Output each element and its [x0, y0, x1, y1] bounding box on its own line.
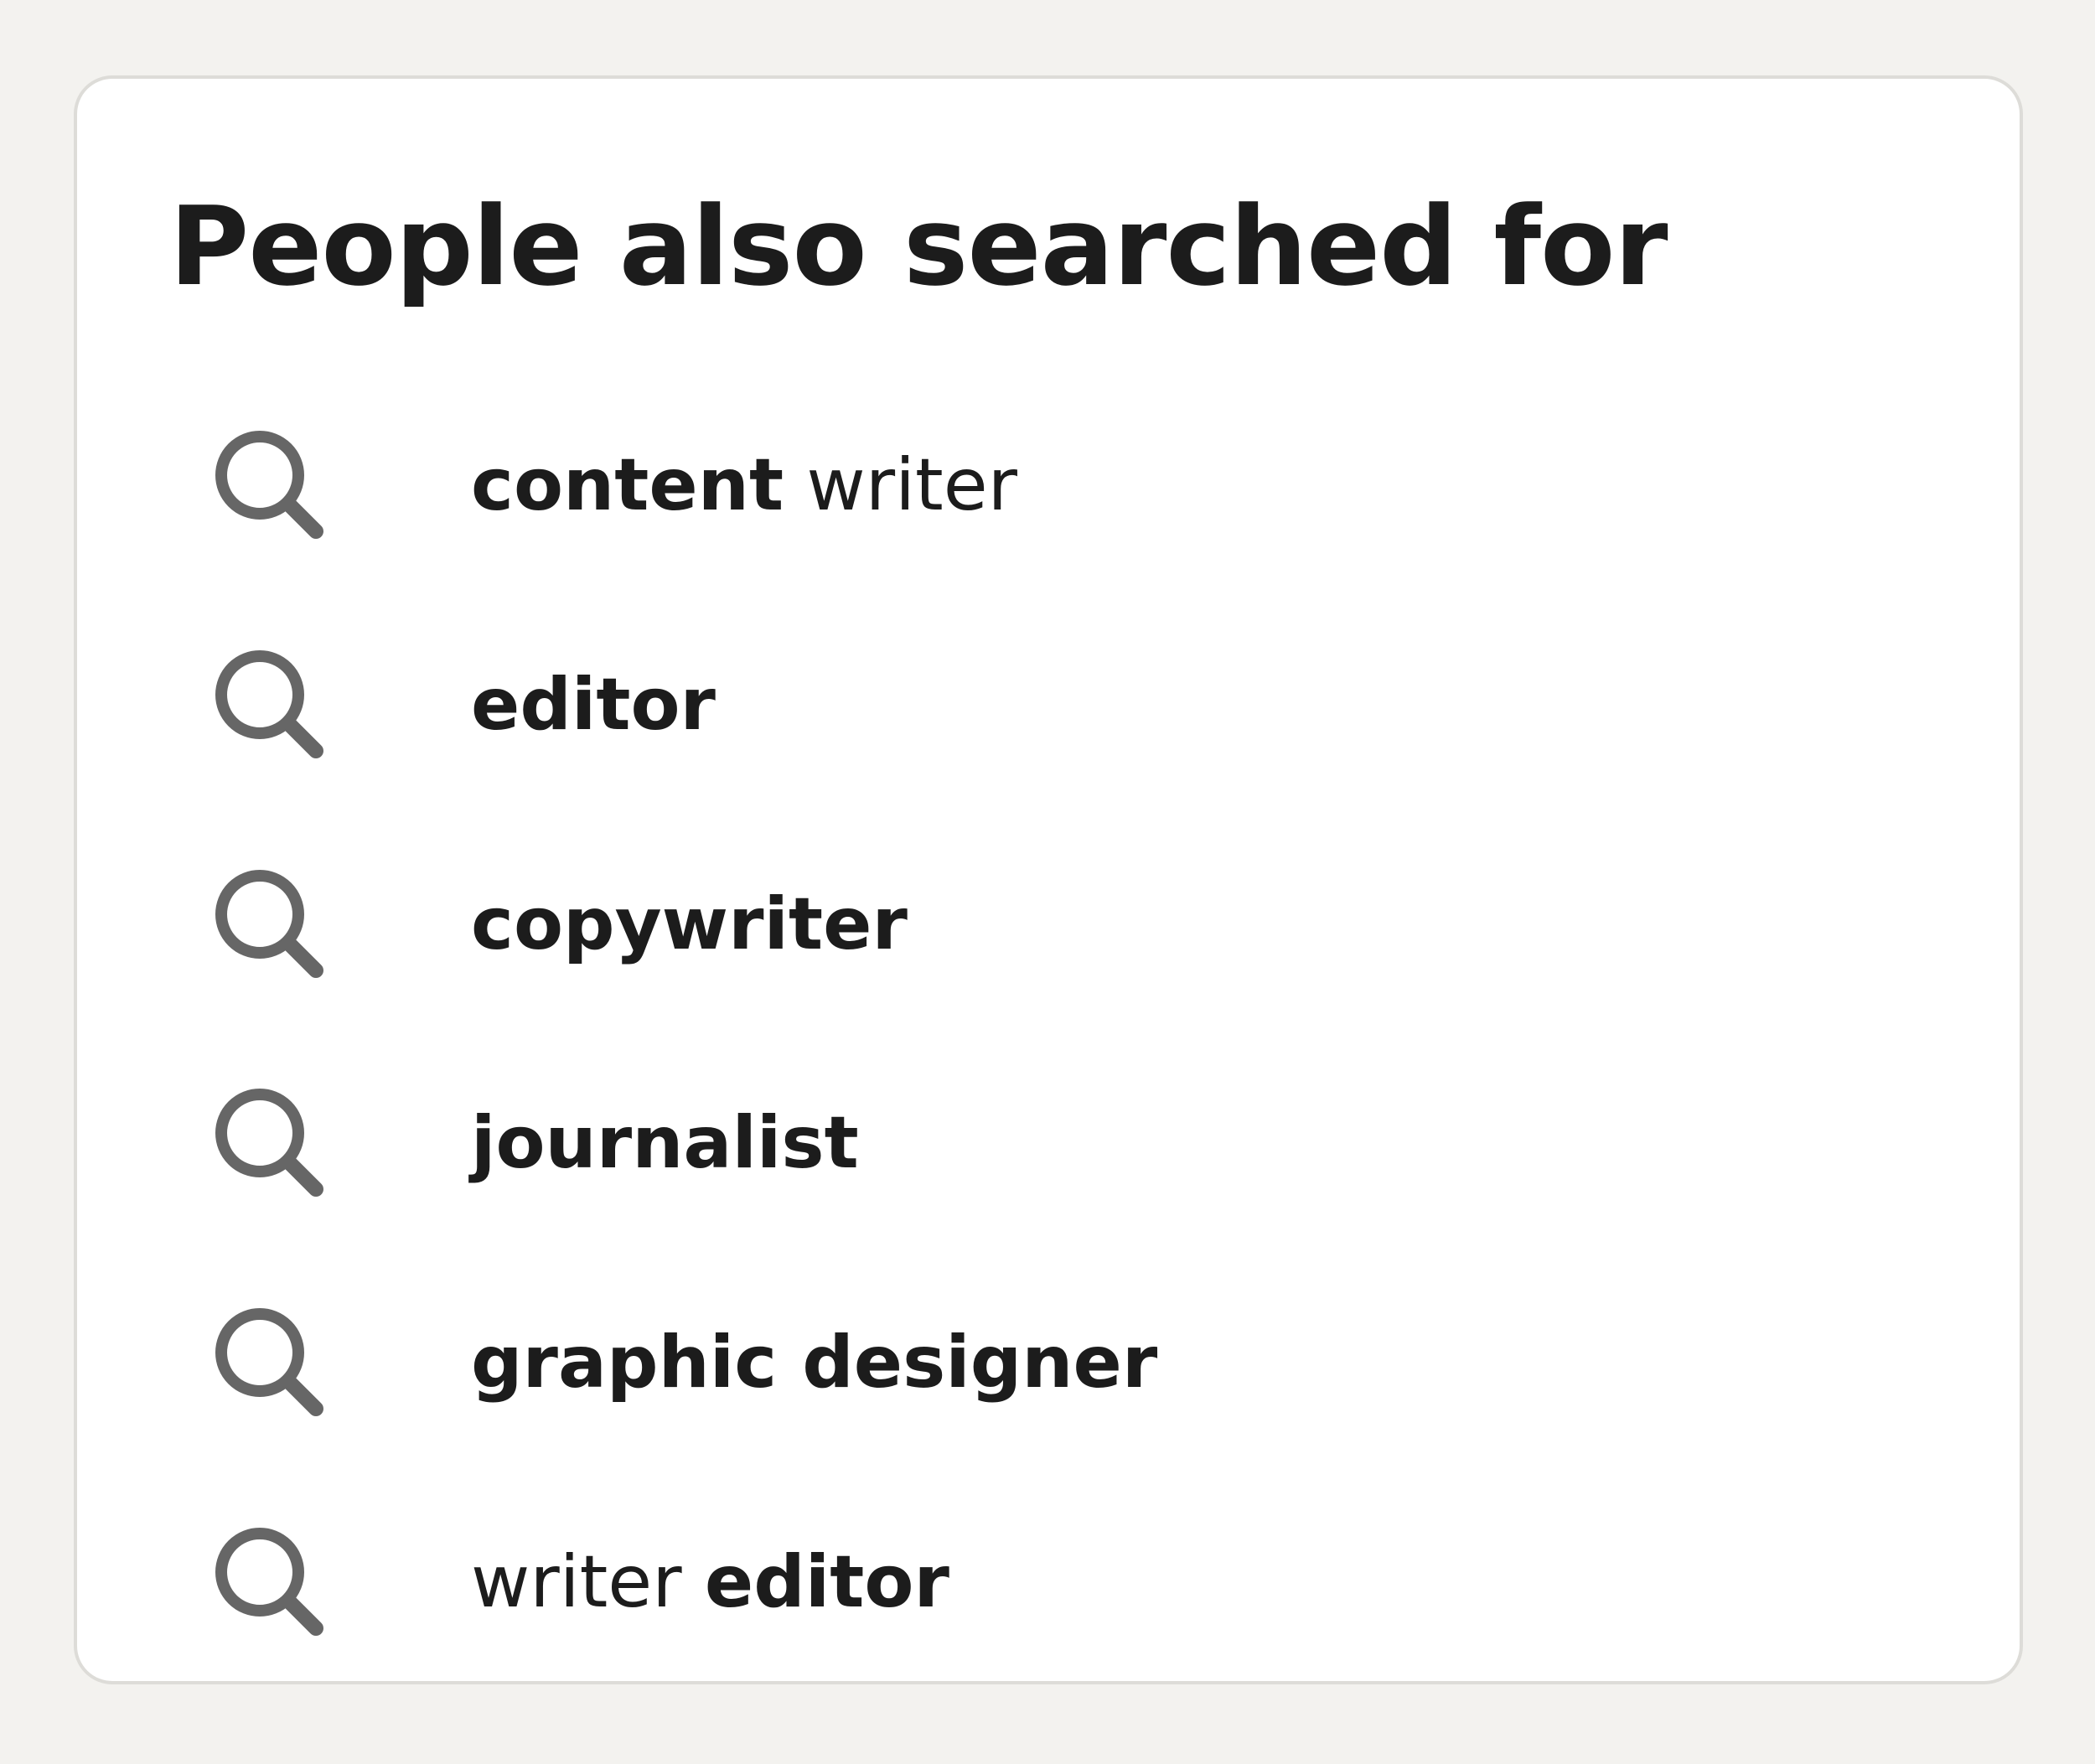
suggestion-label-bold: content — [471, 443, 784, 527]
suggestion-label: content writer — [471, 435, 1017, 535]
suggestion-label-bold: journalist — [471, 1101, 859, 1185]
search-icon — [211, 1304, 328, 1421]
suggestion-item-content-writer[interactable]: content writer — [161, 427, 1921, 577]
suggestion-label: copywriter — [471, 874, 908, 975]
suggestion-label-bold: editor — [471, 663, 716, 747]
suggestion-label: editor — [471, 654, 716, 755]
suggestion-item-editor[interactable]: editor — [161, 646, 1921, 797]
suggestion-label-bold: editor — [704, 1540, 949, 1624]
people-also-searched-card: People also searched for content writer … — [74, 75, 2023, 1684]
search-icon — [211, 1523, 328, 1641]
suggestion-item-journalist[interactable]: journalist — [161, 1084, 1921, 1235]
suggestion-label: journalist — [471, 1093, 859, 1193]
search-icon — [211, 427, 328, 544]
suggestion-item-copywriter[interactable]: copywriter — [161, 866, 1921, 1016]
search-icon — [211, 866, 328, 983]
suggestion-label-normal: writer — [806, 443, 1017, 527]
suggestion-label-bold: graphic designer — [471, 1321, 1158, 1404]
suggestion-label: writer editor — [471, 1532, 949, 1632]
suggestion-item-graphic-designer[interactable]: graphic designer — [161, 1304, 1921, 1455]
suggestion-item-writer-editor[interactable]: writer editor — [161, 1523, 1921, 1674]
search-icon — [211, 646, 328, 763]
suggestion-label-normal: writer — [471, 1540, 682, 1624]
search-icon — [211, 1084, 328, 1202]
suggestion-label: graphic designer — [471, 1312, 1157, 1413]
suggestion-label-bold: copywriter — [471, 882, 908, 966]
card-title: People also searched for — [169, 183, 1668, 310]
